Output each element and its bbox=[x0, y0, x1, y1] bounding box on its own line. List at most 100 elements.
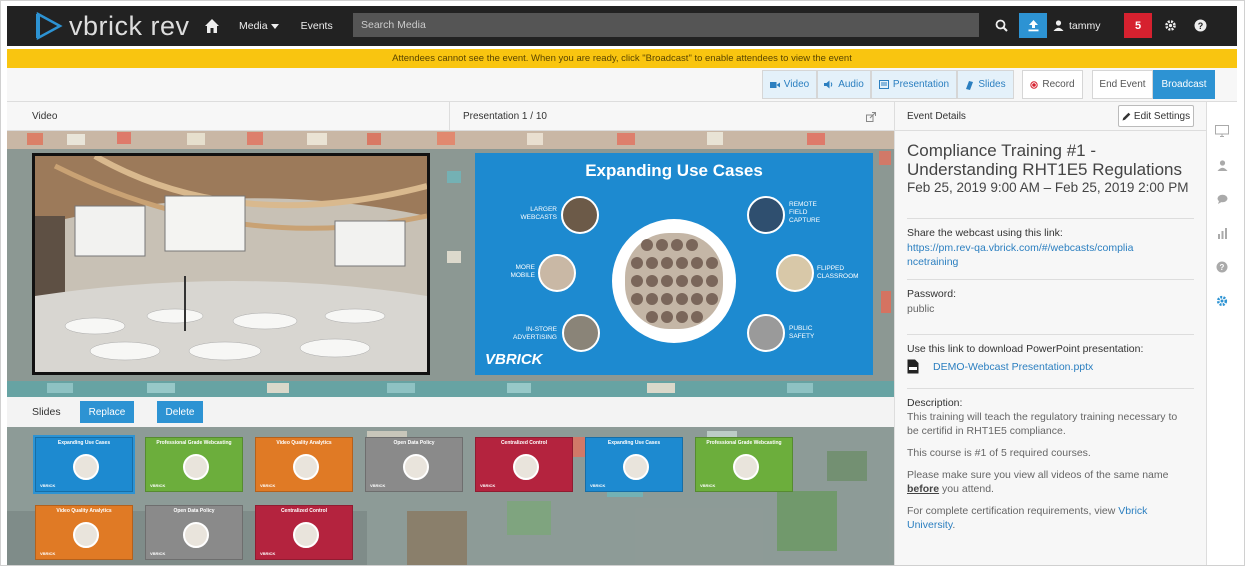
search-button[interactable] bbox=[987, 13, 1015, 38]
rail-polls-button[interactable] bbox=[1215, 226, 1229, 240]
logo[interactable]: vbrick rev bbox=[7, 6, 203, 46]
user-name: tammy bbox=[1069, 19, 1101, 32]
rail-chat-button[interactable] bbox=[1215, 192, 1229, 206]
download-label: Use this link to download PowerPoint pre… bbox=[907, 343, 1144, 355]
slide-thumbnail-logo: VBRICK bbox=[260, 551, 276, 556]
record-label: Record bbox=[1042, 79, 1075, 90]
presentation-toggle-button[interactable]: Presentation bbox=[871, 70, 957, 99]
brand-name: vbrick rev bbox=[69, 10, 190, 41]
slide-thumbnail-logo: VBRICK bbox=[260, 483, 276, 488]
slide-thumbnail[interactable]: Open Data Policy VBRICK bbox=[145, 505, 243, 560]
slide-thumbnail-logo: VBRICK bbox=[590, 483, 606, 488]
svg-text:?: ? bbox=[1197, 21, 1203, 31]
audio-toggle-button[interactable]: Audio bbox=[817, 70, 871, 99]
video-toggle-label: Video bbox=[783, 79, 810, 90]
slide-thumbnail-logo: VBRICK bbox=[150, 551, 166, 556]
replace-slides-button[interactable]: Replace bbox=[80, 401, 134, 423]
delete-slides-button[interactable]: Delete bbox=[157, 401, 203, 423]
search-input[interactable]: Search Media bbox=[353, 13, 979, 37]
slide-label-remote-field-capture: REMOTE FIELD CAPTURE bbox=[789, 201, 821, 224]
slide-thumbnail[interactable]: Centralized Control VBRICK bbox=[475, 437, 573, 492]
slide-thumbnail[interactable]: Video Quality Analytics VBRICK bbox=[255, 437, 353, 492]
slides-bar: Slides Replace Delete bbox=[7, 397, 894, 427]
slide-thumbnail-image bbox=[183, 522, 209, 548]
home-icon[interactable] bbox=[203, 17, 221, 35]
edit-settings-button[interactable]: Edit Settings bbox=[1118, 105, 1194, 127]
slide-thumbnail[interactable]: Professional Grade Webcasting VBRICK bbox=[145, 437, 243, 492]
description-paragraph-2: This course is #1 of 5 required courses. bbox=[907, 447, 1091, 459]
event-title: Compliance Training #1 - Understanding R… bbox=[907, 141, 1182, 179]
broadcast-button[interactable]: Broadcast bbox=[1153, 70, 1215, 99]
edit-settings-label: Edit Settings bbox=[1133, 110, 1191, 122]
help-icon: ? bbox=[1194, 19, 1206, 32]
description-4-text: For complete certification requirements,… bbox=[907, 505, 1119, 517]
divider bbox=[907, 388, 1194, 389]
slide-thumbnail[interactable]: Professional Grade Webcasting VBRICK bbox=[695, 437, 793, 492]
side-rail: ? bbox=[1206, 102, 1237, 565]
user-icon bbox=[1053, 20, 1064, 31]
events-link[interactable]: Events bbox=[301, 20, 333, 32]
rail-attendees-button[interactable] bbox=[1215, 158, 1229, 172]
password-label: Password: bbox=[907, 288, 957, 300]
broadcast-warning-banner: Attendees cannot see the event. When you… bbox=[7, 49, 1237, 68]
user-menu[interactable]: tammy bbox=[1053, 13, 1115, 38]
speaker-icon bbox=[824, 80, 833, 89]
help-button[interactable]: ? bbox=[1187, 13, 1213, 38]
slide-thumbnail[interactable]: Video Quality Analytics VBRICK bbox=[35, 505, 133, 560]
chevron-down-icon bbox=[270, 23, 279, 29]
rail-questions-button[interactable]: ? bbox=[1215, 260, 1229, 274]
slide-thumbnail-logo: VBRICK bbox=[700, 483, 716, 488]
slide-thumbnail-title: Open Data Policy bbox=[393, 440, 435, 446]
gear-icon bbox=[1216, 295, 1228, 307]
slide-thumbnail[interactable]: Open Data Policy VBRICK bbox=[365, 437, 463, 492]
slide-thumbnail-image bbox=[623, 454, 649, 480]
question-icon: ? bbox=[1216, 261, 1228, 273]
end-event-button[interactable]: End Event bbox=[1092, 70, 1153, 99]
share-label: Share the webcast using this link: bbox=[907, 227, 1063, 239]
gear-icon bbox=[1164, 20, 1176, 31]
slides-icon bbox=[966, 80, 974, 90]
slides-toggle-button[interactable]: Slides bbox=[957, 70, 1014, 99]
slide-thumbnail[interactable]: Centralized Control VBRICK bbox=[255, 505, 353, 560]
media-menu[interactable]: Media bbox=[239, 20, 279, 32]
share-link[interactable]: https://pm.rev-qa.vbrick.com/#/webcasts/… bbox=[907, 241, 1137, 269]
video-panel-title: Video bbox=[32, 110, 58, 122]
notifications-badge[interactable]: 5 bbox=[1124, 13, 1152, 38]
conference-room-video-frame bbox=[35, 156, 427, 372]
media-menu-label: Media bbox=[239, 20, 268, 32]
popout-icon[interactable] bbox=[866, 112, 876, 122]
rail-presentation-button[interactable] bbox=[1215, 124, 1229, 138]
settings-button[interactable] bbox=[1157, 13, 1183, 38]
download-link[interactable]: DEMO-Webcast Presentation.pptx bbox=[933, 360, 1093, 374]
presentation-panel-title: Presentation 1 / 10 bbox=[463, 110, 547, 122]
slide-thumbnail[interactable]: Expanding Use Cases VBRICK bbox=[33, 435, 135, 494]
description-3-text: Please make sure you view all videos of … bbox=[907, 469, 1169, 481]
event-stage: Expanding Use Cases LARGER WEBCASTS MORE… bbox=[7, 131, 894, 565]
slide-thumbnail-image bbox=[513, 454, 539, 480]
rail-settings-button[interactable] bbox=[1215, 294, 1229, 308]
description-4-end: . bbox=[952, 519, 956, 531]
divider bbox=[907, 218, 1194, 219]
slide-label-in-store-advertising: IN-STORE ADVERTISING bbox=[513, 326, 557, 341]
presentation-slide[interactable]: Expanding Use Cases LARGER WEBCASTS MORE… bbox=[475, 153, 873, 375]
vbrick-logo-icon bbox=[36, 12, 63, 40]
slide-label-flipped-classroom: FLIPPED CLASSROOM bbox=[817, 265, 859, 280]
record-icon bbox=[1030, 80, 1039, 89]
slide-thumbnail[interactable]: Expanding Use Cases VBRICK bbox=[585, 437, 683, 492]
video-toggle-button[interactable]: Video bbox=[762, 70, 817, 99]
presentation-toggle-label: Presentation bbox=[892, 79, 950, 90]
video-player[interactable] bbox=[32, 153, 430, 375]
divider bbox=[907, 279, 1194, 280]
description-3-bold: before bbox=[907, 483, 940, 495]
download-row: DEMO-Webcast Presentation.pptx bbox=[907, 359, 1194, 374]
record-button[interactable]: Record bbox=[1022, 70, 1083, 99]
upload-button[interactable] bbox=[1019, 13, 1047, 38]
svg-text:?: ? bbox=[1220, 263, 1225, 272]
slide-thumbnail-image bbox=[403, 454, 429, 480]
password-value: public bbox=[907, 303, 935, 315]
slide-thumbnail-logo: VBRICK bbox=[40, 551, 56, 556]
slide-thumbnail-image bbox=[293, 522, 319, 548]
bar-chart-icon bbox=[1217, 227, 1227, 239]
audio-toggle-label: Audio bbox=[838, 79, 864, 90]
slide-thumbnail-logo: VBRICK bbox=[150, 483, 166, 488]
